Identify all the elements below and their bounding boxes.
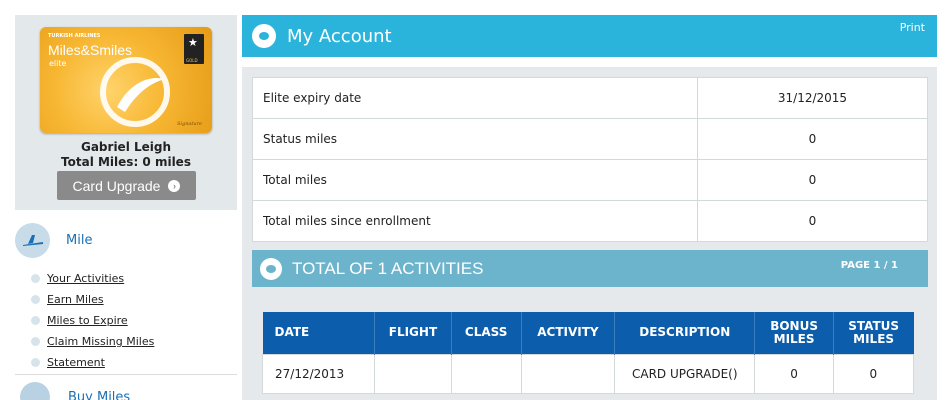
card-airline-label: TURKISH AIRLINES	[48, 33, 101, 39]
activities-icon	[260, 257, 282, 280]
summary-value: 0	[697, 118, 928, 160]
table-header-row: DATE FLIGHT CLASS ACTIVITY DESCRIPTION B…	[262, 312, 914, 354]
activity-activity	[520, 353, 616, 394]
claim-missing-miles-link[interactable]: Claim Missing Miles	[47, 335, 154, 348]
holder-name: Gabriel Leigh	[80, 140, 172, 154]
table-row: 27/12/2013 CARD UPGRADE() 0 0	[261, 353, 915, 394]
account-summary-table: Elite expiry date 31/12/2015 Status mile…	[252, 77, 928, 242]
summary-label: Total miles	[252, 159, 698, 201]
buy-miles-label: Buy Miles	[68, 389, 131, 400]
card-tier: elite	[49, 59, 67, 68]
print-link[interactable]: Print	[900, 21, 925, 34]
card-upgrade-label: Card Upgrade	[72, 177, 161, 194]
column-header-flight: FLIGHT	[374, 312, 452, 354]
mile-section-title: Mile	[66, 232, 93, 248]
summary-value: 0	[697, 200, 928, 242]
miles-to-expire-link[interactable]: Miles to Expire	[47, 314, 128, 327]
activity-class	[450, 353, 522, 394]
table-row: Status miles 0	[252, 118, 928, 160]
summary-label: Elite expiry date	[252, 77, 698, 119]
card-brand: Miles&Smiles	[48, 42, 133, 58]
membership-card: TURKISH AIRLINES Miles&Smiles elite ★ GO…	[40, 27, 212, 133]
page-header: My Account Print	[242, 15, 937, 57]
activities-header: TOTAL OF 1 ACTIVITIES PAGE 1 / 1	[252, 250, 928, 287]
summary-value: 0	[697, 159, 928, 201]
bullet-icon	[31, 358, 40, 367]
sidebar-divider	[15, 374, 237, 375]
activities-table: DATE FLIGHT CLASS ACTIVITY DESCRIPTION B…	[261, 312, 915, 394]
column-header-class: CLASS	[451, 312, 522, 354]
mile-section: Mile Your Activities Earn Miles Miles to…	[15, 222, 237, 373]
column-header-status-miles: STATUS MILES	[833, 312, 914, 354]
activity-flight	[374, 353, 452, 394]
column-header-description: DESCRIPTION	[614, 312, 756, 354]
airplane-icon	[15, 222, 50, 258]
card-upgrade-button[interactable]: Card Upgrade ›	[57, 171, 196, 200]
bullet-icon	[31, 274, 40, 283]
list-item: Statement	[15, 352, 237, 373]
airline-logo-icon	[100, 57, 170, 127]
mile-section-header[interactable]: Mile	[15, 222, 237, 258]
mile-links: Your Activities Earn Miles Miles to Expi…	[15, 268, 237, 373]
table-row: Elite expiry date 31/12/2015	[252, 77, 928, 119]
buy-miles-section-header[interactable]: Buy Miles	[20, 382, 130, 400]
buy-miles-icon	[20, 382, 50, 400]
column-header-date: DATE	[262, 312, 376, 354]
earn-miles-link[interactable]: Earn Miles	[47, 293, 104, 306]
summary-value: 31/12/2015	[697, 77, 928, 119]
card-holder-info: Gabriel Leigh Total Miles: 0 miles	[15, 140, 237, 170]
signature: Signature	[176, 121, 202, 127]
summary-label: Status miles	[252, 118, 698, 160]
your-activities-link[interactable]: Your Activities	[47, 272, 124, 285]
chevron-right-icon: ›	[168, 179, 181, 192]
page-title: My Account	[287, 25, 392, 47]
badge-gold-label: GOLD	[186, 58, 198, 63]
activity-status-miles: 0	[832, 353, 915, 394]
summary-label: Total miles since enrollment	[252, 200, 698, 242]
table-row: Total miles 0	[252, 159, 928, 201]
list-item: Earn Miles	[15, 289, 237, 310]
page-indicator: PAGE 1 / 1	[840, 260, 898, 271]
statement-link[interactable]: Statement	[47, 356, 105, 369]
table-row: Total miles since enrollment 0	[252, 200, 928, 242]
bullet-icon	[31, 295, 40, 304]
activity-bonus-miles: 0	[754, 353, 834, 394]
column-header-activity: ACTIVITY	[521, 312, 616, 354]
sidebar: TURKISH AIRLINES Miles&Smiles elite ★ GO…	[0, 0, 237, 400]
bullet-icon	[31, 316, 40, 325]
column-header-bonus-miles: BONUS MILES	[754, 312, 834, 354]
list-item: Your Activities	[15, 268, 237, 289]
bullet-icon	[31, 337, 40, 346]
holder-total-miles: Total Miles: 0 miles	[61, 155, 191, 169]
account-icon	[252, 24, 276, 48]
list-item: Claim Missing Miles	[15, 331, 237, 352]
activity-description: CARD UPGRADE()	[614, 353, 756, 394]
list-item: Miles to Expire	[15, 310, 237, 331]
activity-date: 27/12/2013	[261, 353, 376, 394]
activities-title: TOTAL OF 1 ACTIVITIES	[292, 258, 484, 278]
star-alliance-badge-icon: ★ GOLD	[184, 34, 204, 64]
